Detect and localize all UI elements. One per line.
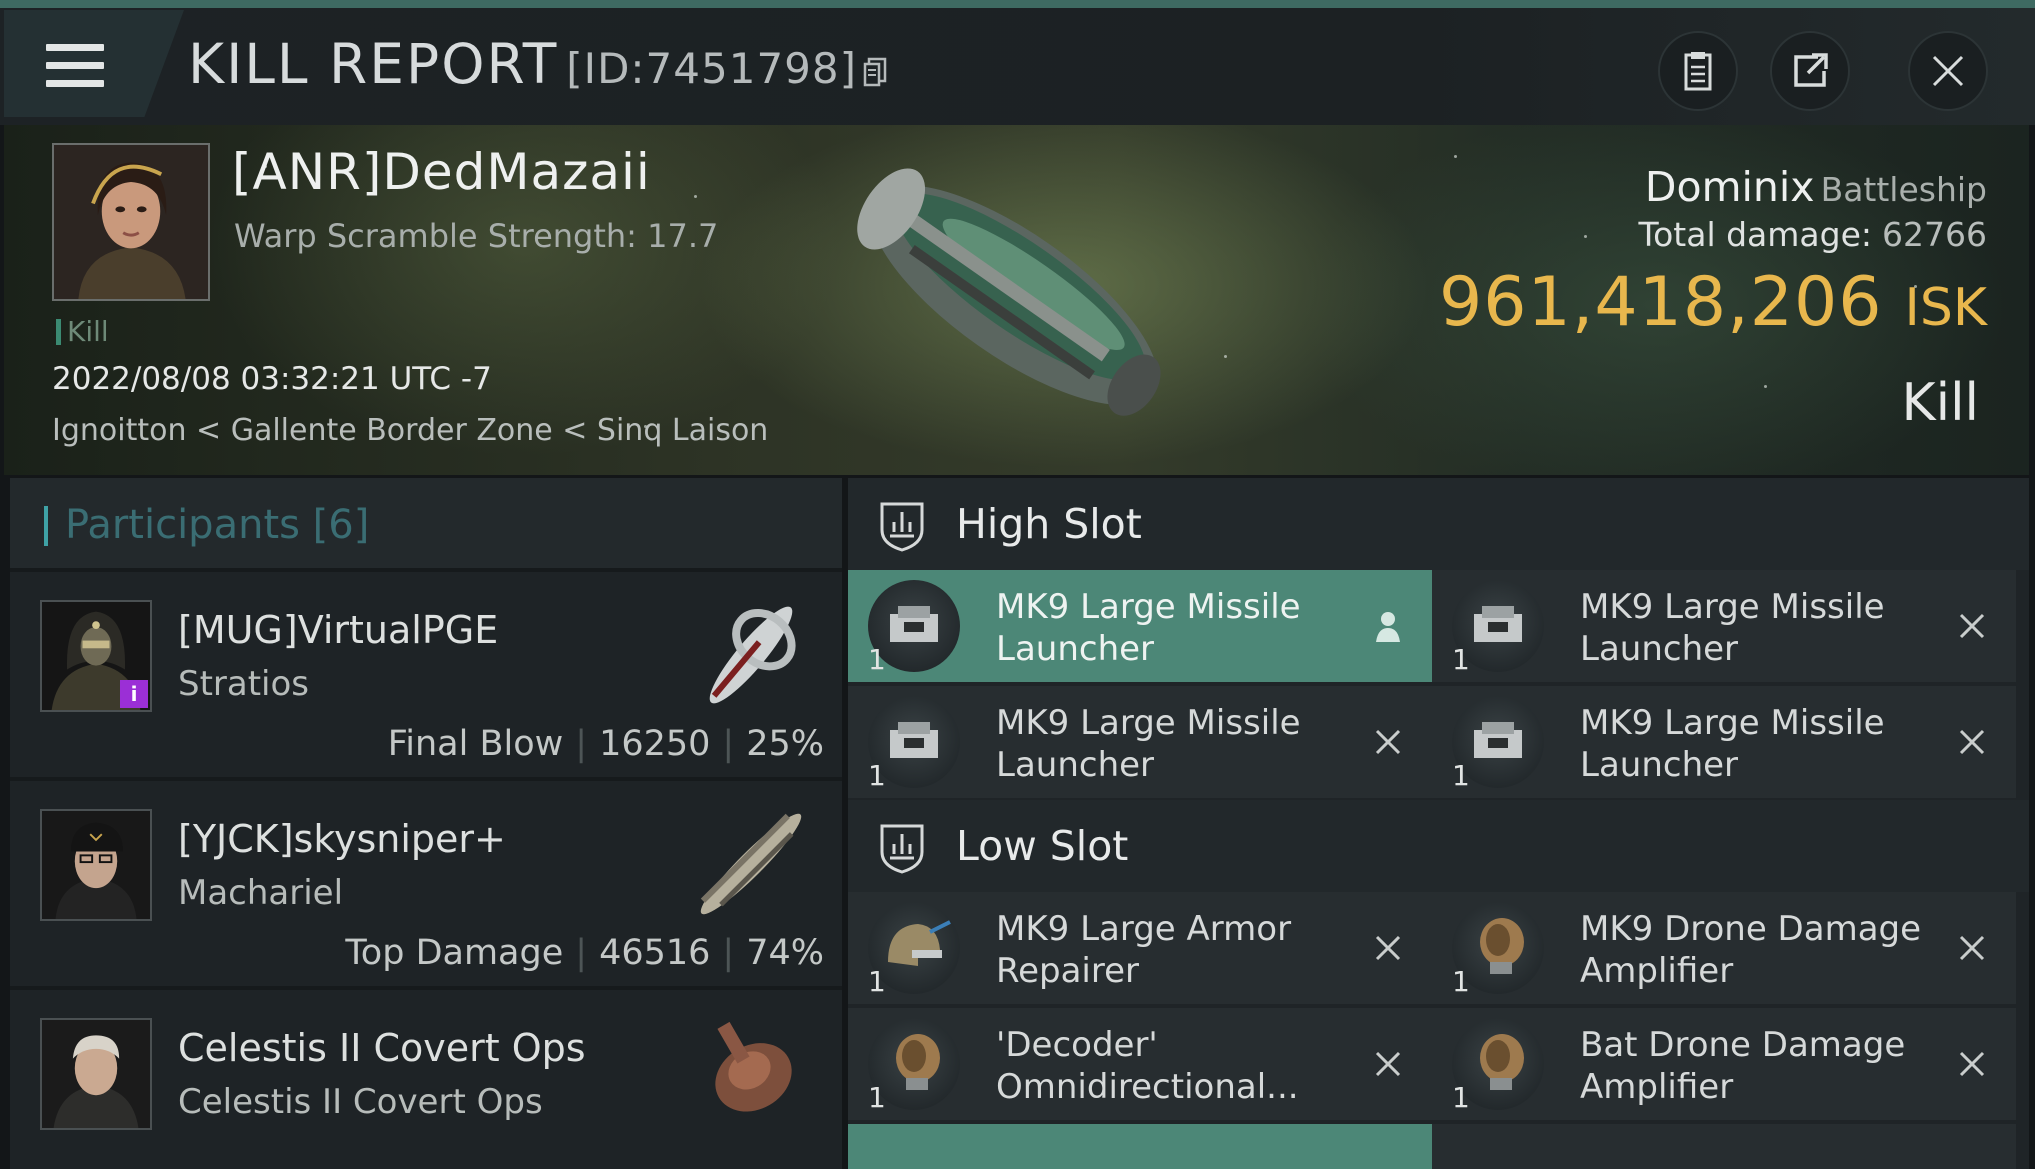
module-name: Bat Drone Damage Amplifier — [1580, 1025, 1906, 1107]
module-quantity: 1 — [868, 1081, 886, 1114]
destroyed-x-icon[interactable] — [1952, 1044, 1992, 1084]
participants-header[interactable]: Participants [6] — [10, 478, 842, 568]
module-name: 'Decoder' Omnidirectional... — [996, 1025, 1299, 1107]
report-id: [ID:7451798] — [566, 44, 857, 93]
module-item[interactable]: 1 MK9 Large Missile Launcher — [848, 686, 1432, 798]
participant-stats: Top Damage | 46516 | 74% — [345, 933, 824, 973]
module-item[interactable]: 1 MK9 Large Missile Launcher — [848, 570, 1432, 682]
victim-portrait[interactable] — [52, 143, 210, 301]
destroyed-x-icon[interactable] — [1368, 928, 1408, 968]
dropped-person-icon[interactable] — [1368, 606, 1408, 646]
participant-ship-render[interactable] — [676, 789, 826, 939]
share-button[interactable] — [1770, 31, 1850, 111]
menu-tab — [4, 10, 184, 117]
window-header: KILL REPORT [ID:7451798] — [0, 8, 2035, 125]
title-text: KILL REPORT — [188, 32, 559, 96]
module-item[interactable]: 1 'Decoder' Omnidirectional... — [848, 1008, 1432, 1120]
total-damage: Total damage: 62766 — [1638, 215, 1987, 254]
participant-damage: 46516 — [599, 933, 711, 973]
destroyed-x-icon[interactable] — [1368, 1044, 1408, 1084]
module-name: MK9 Large Armor Repairer — [996, 909, 1292, 991]
participant-stats: Final Blow | 16250 | 25% — [387, 724, 824, 764]
high-slot-icon — [880, 502, 924, 552]
destroyed-x-icon[interactable] — [1952, 722, 1992, 762]
isk-amount: 961,418,206 — [1438, 263, 1883, 342]
victim-ship-name[interactable]: Dominix — [1645, 163, 1815, 211]
page-title: KILL REPORT [ID:7451798] — [188, 32, 887, 96]
participant-portrait[interactable]: i — [40, 600, 152, 712]
destroyed-x-icon[interactable] — [1952, 606, 1992, 646]
participant-row[interactable]: i [MUG]VirtualPGE Stratios Final Blow | 16… — [10, 568, 842, 777]
participant-name[interactable]: [MUG]VirtualPGE — [178, 608, 498, 652]
warp-scramble-strength: Warp Scramble Strength: 17.7 — [234, 217, 719, 255]
victim-name[interactable]: [ANR]DedMazaii — [232, 143, 651, 201]
close-icon — [1932, 55, 1964, 87]
module-quantity: 1 — [1452, 643, 1470, 676]
module-name: MK9 Large Missile Launcher — [996, 703, 1301, 785]
module-item[interactable]: 1 MK9 Large Missile Launcher — [1432, 686, 2016, 798]
module-quantity: 1 — [868, 759, 886, 792]
module-quantity: 1 — [868, 965, 886, 998]
module-item[interactable]: 1 Bat Drone Damage Amplifier — [1432, 1008, 2016, 1120]
kill-location[interactable]: Ignoitton < Gallente Border Zone < Sinq … — [52, 413, 768, 448]
kill-result-label: Kill — [1901, 373, 1979, 433]
participants-panel: Participants [6] i [MUG]VirtualPGE Strat… — [10, 478, 842, 1169]
module-item-partial[interactable] — [1432, 1124, 2016, 1169]
copy-id-icon[interactable] — [863, 57, 887, 87]
participant-name[interactable]: Celestis II Covert Ops — [178, 1026, 586, 1070]
participant-name[interactable]: [YJCK]skysniper+ — [178, 817, 506, 861]
fitting-panel: High Slot 1 MK9 Large Missile Launcher 1… — [848, 478, 2029, 1169]
info-badge-icon[interactable]: i — [120, 680, 148, 708]
low-slot-icon — [880, 824, 924, 874]
low-slot-header: Low Slot — [848, 800, 2029, 892]
participant-damage: 16250 — [599, 724, 711, 764]
participant-ship-render[interactable] — [676, 580, 826, 730]
participants-title: Participants [6] — [65, 502, 370, 548]
participant-percent: 25% — [746, 724, 824, 764]
hamburger-menu-icon[interactable] — [46, 44, 104, 92]
module-item[interactable]: 1 MK9 Drone Damage Amplifier — [1432, 892, 2016, 1004]
participant-role: Top Damage — [345, 933, 564, 973]
victim-summary: [ANR]DedMazaii Warp Scramble Strength: 1… — [4, 125, 2029, 475]
module-name: MK9 Large Missile Launcher — [1580, 703, 1885, 785]
victim-ship-class: Battleship — [1820, 170, 1987, 209]
participant-portrait[interactable] — [40, 1018, 152, 1130]
kill-timestamp: 2022/08/08 03:32:21 UTC -7 — [52, 361, 492, 397]
high-slot-header: High Slot — [848, 478, 2029, 570]
module-name: MK9 Large Missile Launcher — [1580, 587, 1885, 669]
participant-portrait[interactable] — [40, 809, 152, 921]
module-quantity: 1 — [868, 643, 886, 676]
participant-ship[interactable]: Celestis II Covert Ops — [178, 1082, 543, 1122]
low-slot-title: Low Slot — [956, 822, 1129, 870]
module-item[interactable]: 1 MK9 Large Missile Launcher — [1432, 570, 2016, 682]
module-name: MK9 Large Missile Launcher — [996, 587, 1301, 669]
total-damage-value: 62766 — [1882, 215, 1987, 254]
module-quantity: 1 — [1452, 1081, 1470, 1114]
participant-ship-render[interactable] — [676, 998, 826, 1148]
module-item-partial[interactable] — [848, 1124, 1432, 1169]
participant-row[interactable]: [YJCK]skysniper+ Machariel Top Damage | 46… — [10, 777, 842, 986]
victim-ship-info: Dominix Battleship — [1645, 163, 1987, 211]
close-button[interactable] — [1908, 31, 1988, 111]
participant-ship[interactable]: Machariel — [178, 873, 343, 913]
participant-row[interactable]: Celestis II Covert Ops Celestis II Cover… — [10, 986, 842, 1169]
destroyed-x-icon[interactable] — [1952, 928, 1992, 968]
module-quantity: 1 — [1452, 759, 1470, 792]
clipboard-icon — [1684, 52, 1712, 91]
clipboard-button[interactable] — [1658, 31, 1738, 111]
participant-role: Final Blow — [387, 724, 564, 764]
module-item[interactable]: 1 MK9 Large Armor Repairer — [848, 892, 1432, 1004]
window-top-accent — [0, 0, 2035, 8]
kill-type-tag: Kill — [56, 315, 109, 348]
share-icon — [1794, 53, 1828, 87]
isk-value: 961,418,206 ISK — [1439, 263, 1987, 342]
participant-percent: 74% — [746, 933, 824, 973]
high-slot-title: High Slot — [956, 500, 1142, 548]
module-quantity: 1 — [1452, 965, 1470, 998]
victim-ship-render[interactable] — [824, 135, 1204, 455]
module-name: MK9 Drone Damage Amplifier — [1580, 909, 1922, 991]
participant-ship[interactable]: Stratios — [178, 664, 309, 704]
destroyed-x-icon[interactable] — [1368, 722, 1408, 762]
isk-unit: ISK — [1904, 278, 1987, 338]
